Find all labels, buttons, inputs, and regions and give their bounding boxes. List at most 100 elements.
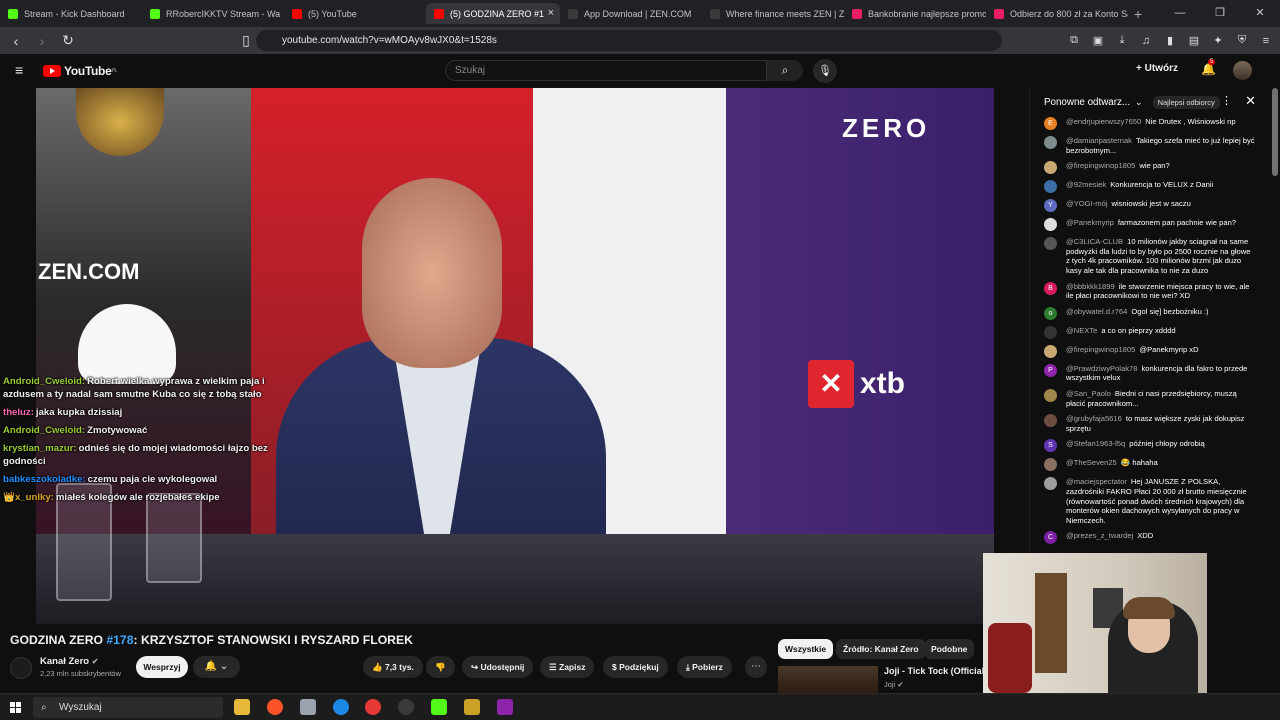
ai-icon[interactable]: ✦ [1208,34,1228,47]
chat-avatar[interactable] [1044,136,1057,149]
chat-username[interactable]: @92mesiek [1066,180,1106,189]
tab-zen-app[interactable]: App Download | ZEN.COM [560,3,702,24]
tab-youtube[interactable]: (5) YouTube [284,3,426,24]
chat-username[interactable]: @firepingwinop1805 [1066,161,1135,170]
extensions-icon[interactable]: ⧉ [1064,34,1084,47]
chat-avatar[interactable]: B [1044,281,1057,295]
close-window-icon[interactable]: ✕ [1240,0,1280,27]
back-icon[interactable]: ‹ [6,33,26,49]
new-tab-button[interactable]: + [1134,6,1142,22]
tab-zen-finance[interactable]: Where finance meets ZEN | ZE [702,3,844,24]
streaming-app-icon[interactable] [431,699,447,715]
obs-icon[interactable] [398,699,414,715]
share-button[interactable]: ↪ Udostępnij [462,656,534,678]
windows-start-icon[interactable] [10,702,21,713]
taskbar-search[interactable]: ⌕ Wyszukaj [33,697,223,718]
url-field[interactable]: youtube.com/watch?v=wMOAyv8wJX0&t=1528s [256,30,1002,51]
download-button[interactable]: ⤓ Pobierz [677,656,732,678]
user-avatar[interactable] [1233,61,1252,80]
chat-username[interactable]: @obywatel.d.r764 [1066,307,1127,316]
dislike-button[interactable]: 👎 [426,656,455,678]
chat-avatar[interactable]: E [1044,117,1057,130]
channel-avatar[interactable] [10,657,32,679]
app-icon[interactable] [464,699,480,715]
music-icon[interactable]: ♫ [1136,35,1156,47]
wallet-icon[interactable]: ▤ [1184,34,1204,47]
channel-name[interactable]: Kanał Zero ✔ [40,656,98,667]
file-explorer-icon[interactable] [234,699,250,715]
chat-username[interactable]: @PrawdziwyPolak78 [1066,364,1137,373]
chat-avatar[interactable]: Y [1044,199,1057,213]
thanks-button[interactable]: $ Podziękuj [603,656,668,678]
recommended-title[interactable]: Joji - Tick Tock (Official Vi [884,666,984,676]
chat-username[interactable]: @NEXTe [1066,326,1097,335]
voice-search-button[interactable]: 🎙 [813,59,837,83]
page-scrollbar[interactable] [1272,88,1278,176]
chat-username[interactable]: @San_Paolo [1066,389,1111,398]
chat-avatar[interactable]: S [1044,439,1057,453]
forward-icon[interactable]: › [32,33,52,49]
chat-username[interactable]: @bbbkkk1899 [1066,282,1115,291]
support-button[interactable]: Wesprzyj [136,656,188,678]
video-player[interactable]: ZERO ZEN.COM ✕ xtb [36,88,994,624]
vpn-icon[interactable]: ⛨ [1232,34,1252,47]
search-input[interactable]: Szukaj [445,60,767,81]
chat-username[interactable]: @YOGI-mój [1066,199,1107,208]
search-button[interactable]: ⌕ [767,60,803,81]
chat-username[interactable]: @prezes_z_twardej [1066,531,1133,540]
create-button[interactable]: + Utwórz [1136,63,1178,74]
tab-search-icon[interactable]: ▣ [1088,34,1108,47]
chat-username[interactable]: @maciejspectator [1066,477,1127,486]
tab-konto[interactable]: Odbierz do 800 zł za Konto Sa [986,3,1128,24]
chat-username[interactable]: @Panekmyrip [1066,218,1114,227]
tab-bankobranie[interactable]: Bankobranie najlepsze promoc [844,3,986,24]
chat-avatar[interactable] [1044,458,1057,472]
close-tab-icon[interactable]: × [548,7,554,19]
tab-kick-dashboard[interactable]: Stream - Kick Dashboard [0,3,142,24]
brave-browser-icon[interactable] [267,699,283,715]
like-button[interactable]: 👍 7,3 tys. [363,656,423,678]
download-icon[interactable]: ⤓ [1112,34,1132,47]
chat-username[interactable]: @grubyfaja5616 [1066,414,1122,423]
maximize-icon[interactable]: ❐ [1200,0,1240,27]
app-icon[interactable] [300,699,316,715]
chat-avatar[interactable] [1044,180,1057,194]
chat-avatar[interactable] [1044,161,1057,175]
tab-kick-stream[interactable]: RRobercIKKTV Stream - Wa [142,3,284,24]
chat-avatar[interactable] [1044,414,1057,428]
chat-avatar[interactable] [1044,388,1057,402]
chat-username[interactable]: @C3LICA-CLUB [1066,237,1123,246]
edge-browser-icon[interactable] [333,699,349,715]
reload-icon[interactable]: ↻ [58,32,78,49]
chrome-browser-icon[interactable] [365,699,381,715]
tab-godzina-zero[interactable]: (5) GODZINA ZERO #1 × [426,3,560,24]
sidebar-icon[interactable]: ▮ [1160,34,1180,47]
chip-all[interactable]: Wszystkie [778,639,834,659]
chat-username[interactable]: @firepingwinop1805 [1066,345,1135,354]
chat-avatar[interactable] [1044,218,1057,232]
chat-avatar[interactable] [1044,477,1057,491]
close-chat-icon[interactable]: ✕ [1245,93,1256,109]
chip-source[interactable]: Źródło: Kanał Zero [836,639,926,659]
chat-username[interactable]: @damianpasternak [1066,136,1132,145]
chat-avatar[interactable]: o [1044,306,1057,320]
menu-icon[interactable]: ≡ [1256,35,1276,47]
recommended-thumbnail[interactable] [778,666,878,694]
save-button[interactable]: ☰ Zapisz [540,656,595,678]
chat-avatar[interactable] [1044,237,1057,251]
top-fans-badge[interactable]: Najlepsi odbiorcy [1152,95,1220,109]
chat-avatar[interactable] [1044,325,1057,339]
more-actions-icon[interactable]: ⋯ [745,656,767,678]
chat-avatar[interactable]: P [1044,363,1057,377]
app-icon[interactable] [497,699,513,715]
chat-message-list[interactable]: E @endrjupierwszy7650 Nie Drutex , Wiśniow… [1030,116,1262,553]
chip-related[interactable]: Podobne [924,639,975,659]
subscription-bell-button[interactable]: 🔔 ⌄ [193,656,240,678]
chat-username[interactable]: @TheSeven25 [1066,458,1117,467]
youtube-logo[interactable]: YouTube PL [43,64,117,78]
bookmark-icon[interactable]: ▯ [236,32,256,49]
chat-username[interactable]: @Stefan1963-l5q [1066,439,1125,448]
chat-avatar[interactable]: C [1044,531,1057,545]
chat-username[interactable]: @endrjupierwszy7650 [1066,117,1141,126]
minimize-icon[interactable]: — [1160,0,1200,27]
